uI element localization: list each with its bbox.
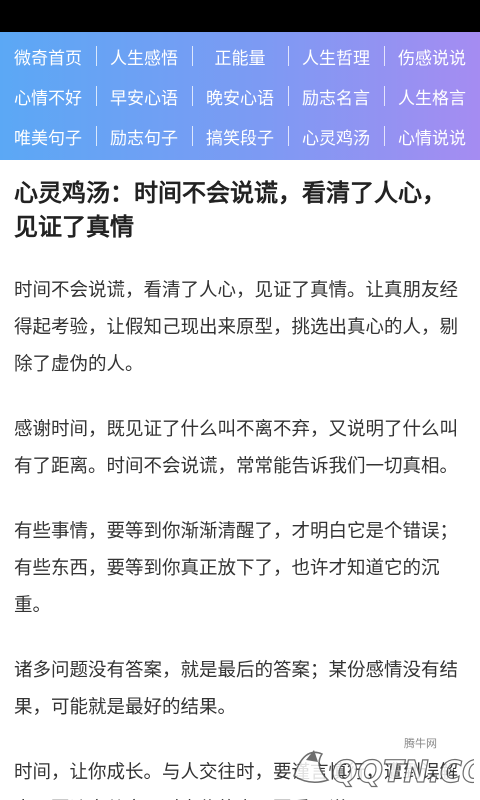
article-title: 心灵鸡汤：时间不会说谎，看清了人心，见证了真情 xyxy=(14,179,446,241)
nav-item-beautiful-sentences[interactable]: 唯美句子 xyxy=(0,116,96,156)
nav-separator xyxy=(288,86,289,106)
nav-item-label: 人生格言 xyxy=(398,88,466,109)
nav-item-label: 心灵鸡汤 xyxy=(302,128,370,149)
nav-item-label: 人生哲理 xyxy=(302,48,370,69)
nav-item-label: 唯美句子 xyxy=(14,128,82,149)
nav-item-life-mottos[interactable]: 人生格言 xyxy=(384,76,480,116)
nav-item-label: 搞笑段子 xyxy=(206,128,274,149)
nav-item-life-insight[interactable]: 人生感悟 xyxy=(96,36,192,76)
nav-item-label: 正能量 xyxy=(214,48,266,69)
article: 心灵鸡汤：时间不会说谎，看清了人心，见证了真情 时间不会说谎，看清了人心，见证了… xyxy=(0,176,480,800)
nav-item-label: 心情说说 xyxy=(398,128,466,149)
article-paragraph: 时间不会说谎，看清了人心，见证了真情。让真朋友经得起考验，让假知己现出来原型，挑… xyxy=(14,280,459,375)
nav-item-jokes[interactable]: 搞笑段子 xyxy=(192,116,288,156)
nav-item-label: 励志句子 xyxy=(110,128,178,149)
article-paragraph: 时间，让你成长。与人交往时，要谨言慎行，遭到误解中，要淡定从容，对虚伪的人，要看… xyxy=(14,762,459,800)
nav-item-good-night[interactable]: 晚安心语 xyxy=(192,76,288,116)
nav-separator xyxy=(384,46,385,66)
category-nav: 微奇首页 人生感悟 正能量 人生哲理 伤感说说 心情不好 早安心语 晚安心语 励… xyxy=(0,32,480,160)
nav-separator xyxy=(96,46,97,66)
nav-item-label: 人生感悟 xyxy=(110,48,178,69)
nav-item-label: 励志名言 xyxy=(302,88,370,109)
nav-item-home[interactable]: 微奇首页 xyxy=(0,36,96,76)
nav-separator xyxy=(192,86,193,106)
article-paragraph: 感谢时间，既见证了什么叫不离不弃，又说明了什么叫有了距离。时间不会说谎，常常能告… xyxy=(14,419,459,477)
nav-separator xyxy=(192,46,193,66)
nav-separator xyxy=(384,86,385,106)
nav-item-sad-quotes[interactable]: 伤感说说 xyxy=(384,36,480,76)
nav-item-inspirational-quotes[interactable]: 励志名言 xyxy=(288,76,384,116)
nav-separator xyxy=(288,126,289,146)
nav-item-label: 伤感说说 xyxy=(398,48,466,69)
nav-item-label: 微奇首页 xyxy=(14,48,82,69)
nav-item-life-philosophy[interactable]: 人生哲理 xyxy=(288,36,384,76)
nav-item-inspirational-sentences[interactable]: 励志句子 xyxy=(96,116,192,156)
nav-separator xyxy=(96,86,97,106)
status-bar xyxy=(0,0,480,32)
nav-item-good-morning[interactable]: 早安心语 xyxy=(96,76,192,116)
nav-item-bad-mood[interactable]: 心情不好 xyxy=(0,76,96,116)
article-paragraph: 有些事情，要等到你渐渐清醒了，才明白它是个错误；有些东西，要等到你真正放下了，也… xyxy=(14,521,459,616)
nav-separator xyxy=(96,126,97,146)
nav-separator xyxy=(384,126,385,146)
nav-item-label: 晚安心语 xyxy=(206,88,274,109)
watermark-site-name: 腾牛网 xyxy=(401,734,440,752)
nav-item-mood-quotes[interactable]: 心情说说 xyxy=(384,116,480,156)
page: 微奇首页 人生感悟 正能量 人生哲理 伤感说说 心情不好 早安心语 晚安心语 励… xyxy=(0,0,480,800)
nav-item-chicken-soup[interactable]: 心灵鸡汤 xyxy=(288,116,384,156)
nav-separator xyxy=(288,46,289,66)
nav-separator xyxy=(192,126,193,146)
nav-item-positive-energy[interactable]: 正能量 xyxy=(192,36,288,76)
nav-item-label: 早安心语 xyxy=(110,88,178,109)
article-paragraph: 诸多问题没有答案，就是最后的答案；某份感情没有结果，可能就是最好的结果。 xyxy=(14,660,459,718)
nav-item-label: 心情不好 xyxy=(14,88,82,109)
